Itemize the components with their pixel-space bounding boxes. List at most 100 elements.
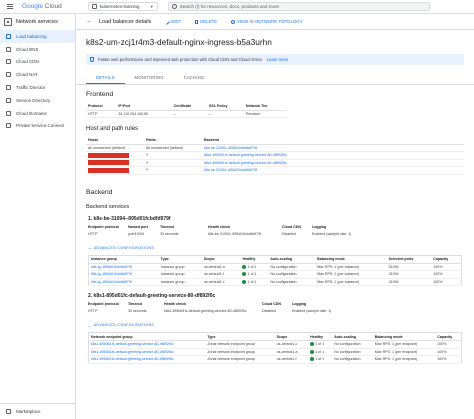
table-row: k8s1-895d01fc-default-greeting-service-8…	[88, 348, 462, 356]
column-header: Balancing mode	[372, 332, 436, 341]
prop-key: Cloud CDN	[262, 302, 281, 306]
instance-group-link[interactable]: k8s-ig--895d01fcbdfd979f	[88, 278, 159, 286]
search-input[interactable]: Search (/) for resources, docs, products…	[167, 2, 430, 11]
column-header: Balancing mode	[315, 255, 387, 264]
table-cell: Premium	[243, 110, 286, 118]
column-header: Healthy	[240, 255, 269, 264]
prop-key: Endpoint protocol	[88, 302, 119, 306]
tab-monitoring[interactable]: MONITORING	[125, 71, 174, 84]
table-cell: 100%	[435, 348, 462, 356]
healthy-count: 1 of 1	[315, 357, 325, 362]
advanced-config-toggle[interactable]: ⌄ ADVANCED CONFIGURATIONS	[76, 243, 474, 253]
nav-item-cloud-nat[interactable]: Cloud NAT	[0, 68, 75, 81]
nav-item-label: Cloud Domains	[16, 110, 47, 116]
tab-caching[interactable]: CACHING	[174, 71, 215, 84]
tab-details[interactable]: DETAILS	[86, 71, 125, 84]
backend-services-title: Backend services	[86, 203, 130, 210]
table-cell: HTTP	[86, 110, 117, 118]
health-check-link[interactable]: k8s-be-31094--895d01fcbdfd979f	[208, 232, 282, 239]
column-header: Network endpoint group	[88, 332, 206, 341]
prop-key: Timeout	[160, 224, 174, 229]
table-cell: us-central1-c	[274, 340, 309, 349]
edit-button[interactable]: EDIT	[164, 18, 181, 25]
table-cell: No configuration	[268, 278, 316, 286]
column-header: Hosts	[86, 136, 144, 145]
table-cell: 1 of 1	[240, 263, 269, 271]
table-cell: 1 of 1	[308, 355, 333, 364]
health-ok-icon	[310, 357, 315, 362]
domains-icon	[6, 110, 11, 116]
nav-item-cloud-cdn[interactable]: Cloud CDN	[0, 56, 75, 69]
table-cell: us-central1-f	[201, 270, 241, 279]
delete-button[interactable]: DELETE	[195, 19, 217, 24]
nav-item-marketplace[interactable]: Marketplace	[0, 403, 75, 419]
nav-item-cloud-domains[interactable]: Cloud Domains	[0, 107, 75, 120]
table-cell	[86, 151, 144, 160]
back-arrow-icon[interactable]: ←	[86, 18, 93, 25]
backend-link[interactable]: k8s1-895d01fc-default-greeting-service-8…	[202, 159, 464, 167]
advanced-config-label: ADVANCED CONFIGURATIONS	[93, 323, 155, 327]
health-ok-icon	[242, 272, 247, 277]
nav-item-cloud-dns[interactable]: Cloud DNS	[0, 43, 75, 56]
prop-value: Enabled (sample rate: 1)	[292, 309, 332, 313]
advanced-config-toggle[interactable]: ⌄ ADVANCED CONFIGURATIONS	[76, 320, 474, 330]
project-name: kubernetes-learning	[99, 4, 140, 9]
backend-link[interactable]: k8s-be-31094--895d01fcbdfd979f	[202, 144, 464, 152]
column-header: Capacity	[431, 255, 462, 264]
column-header: Capacity	[435, 332, 462, 341]
view-network-topology-button[interactable]: VIEW IN NETWORK TOPOLOGY	[231, 19, 303, 24]
column-header: Network Tier	[243, 102, 286, 111]
neg-link[interactable]: k8s1-895d01fc-default-greeting-service-8…	[88, 348, 206, 356]
health-check-link[interactable]: k8s1-895d01fc-default-greeting-service-8…	[164, 309, 262, 316]
backend-link[interactable]: k8s1-895d01fc-default-greeting-service-8…	[202, 151, 464, 160]
healthy-count: 1 of 1	[247, 264, 257, 269]
prop-key: Logging	[292, 302, 307, 306]
load-balancer-name: k8s2-um-zcj1r4m3-default-nginx-ingress-b…	[86, 37, 272, 47]
table-cell: All unmatched (default)	[86, 144, 144, 152]
nat-icon	[6, 72, 11, 78]
prop-value: 30 seconds	[160, 231, 179, 236]
learn-more-link[interactable]: Learn more	[267, 57, 288, 62]
chevron-down-icon: ⌄	[88, 322, 92, 328]
nav-item-load-balancing[interactable]: Load balancing	[0, 30, 75, 43]
column-header: Selected ports	[386, 255, 432, 264]
dns-icon	[6, 46, 11, 52]
instance-group-table: Instance group Type Scope Healthy Auto-s…	[88, 254, 462, 286]
table-cell: us-central1-a	[274, 348, 309, 356]
neg-link[interactable]: k8s1-895d01fc-default-greeting-service-8…	[88, 355, 206, 364]
nav-item-traffic-director[interactable]: Traffic Director	[0, 81, 75, 94]
column-header: Instance group	[88, 255, 159, 264]
table-cell: us-central1-f	[274, 355, 309, 364]
page-title: Load balancer details	[99, 18, 152, 25]
nav-item-service-directory[interactable]: Service Directory	[0, 94, 75, 107]
healthy-count: 1 of 1	[315, 342, 325, 347]
info-banner: Faster web performance and improved web …	[86, 54, 464, 65]
table-cell: All unmatched (default)	[144, 144, 202, 152]
backend-link[interactable]: k8s-be-31094--895d01fcbdfd979f	[202, 166, 464, 175]
table-cell: –	[171, 110, 207, 118]
traffic-director-icon	[6, 85, 11, 91]
host-path-table: Hosts Paths Backend All unmatched (defau…	[86, 136, 464, 175]
backend-service-props: Endpoint protocol HTTP Named port port3109…	[76, 225, 474, 239]
table-cell: /*	[144, 151, 202, 160]
menu-icon[interactable]	[4, 0, 16, 14]
table-row: k8s1-895d01fc-default-greeting-service-8…	[88, 340, 462, 349]
table-cell: 1 of 1	[308, 340, 333, 349]
search-icon	[171, 4, 177, 9]
table-cell: 100%	[431, 278, 462, 286]
project-selector[interactable]: kubernetes-learning ▼	[87, 2, 158, 11]
google-cloud-logo[interactable]: Google Cloud	[22, 3, 62, 10]
instance-group-link[interactable]: k8s-ig--895d01fcbdfd979f	[88, 270, 159, 279]
nav-item-private-service-connect[interactable]: Private Service Connect	[0, 120, 75, 133]
neg-link[interactable]: k8s1-895d01fc-default-greeting-service-8…	[88, 340, 206, 349]
private-service-connect-icon	[6, 123, 11, 129]
nav-item-label: Cloud CDN	[16, 59, 39, 65]
table-row: k8s-ig--895d01fcbdfd979f Instance group …	[88, 263, 462, 271]
instance-group-link[interactable]: k8s-ig--895d01fcbdfd979f	[88, 263, 159, 271]
prop-value: Enabled (sample rate: 1)	[312, 231, 352, 236]
healthy-count: 1 of 1	[247, 272, 257, 277]
column-header: Paths	[144, 136, 202, 145]
table-cell: /*	[144, 166, 202, 175]
prop-key: Health check	[164, 302, 187, 306]
nav-item-label: Cloud NAT	[16, 72, 38, 78]
